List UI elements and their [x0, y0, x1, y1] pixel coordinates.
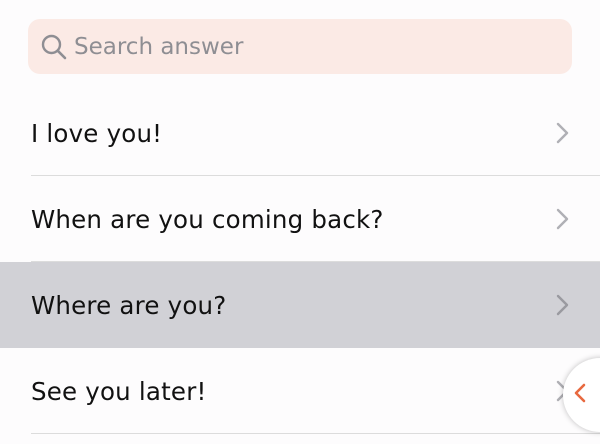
list-item-label: Where are you?	[31, 290, 227, 320]
list-item[interactable]: I love you!	[0, 90, 600, 176]
list-item-selected[interactable]: Where are you?	[0, 262, 600, 348]
search-icon	[40, 33, 68, 61]
list-item-label: When are you coming back?	[31, 204, 384, 234]
chevron-right-icon	[556, 208, 570, 230]
list-item[interactable]: See you later!	[0, 348, 600, 434]
chevron-left-icon	[573, 382, 587, 408]
search-input[interactable]	[74, 26, 534, 67]
list-item-label: I love you!	[31, 118, 163, 148]
search-bar[interactable]	[28, 19, 572, 74]
answer-list: I love you! When are you coming back? Wh…	[0, 90, 600, 434]
list-item-label: See you later!	[31, 376, 207, 406]
answer-list-screen: I love you! When are you coming back? Wh…	[0, 0, 600, 444]
divider	[31, 433, 600, 434]
chevron-right-icon	[556, 294, 570, 316]
chevron-right-icon	[556, 122, 570, 144]
list-item[interactable]: When are you coming back?	[0, 176, 600, 262]
